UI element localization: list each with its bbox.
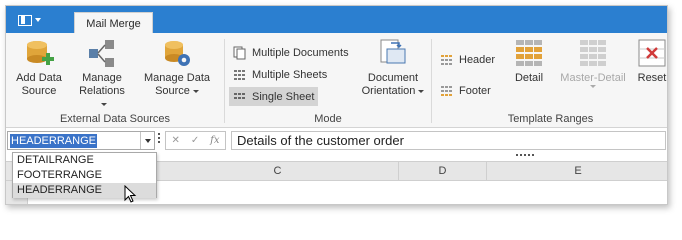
quick-access-icon [18,14,32,26]
master-detail-icon [577,37,609,69]
multiple-sheets-button[interactable]: Multiple Sheets [229,65,331,84]
group-label-mode: Mode [314,113,342,125]
sheet-icon [233,90,247,104]
single-sheet-button[interactable]: Single Sheet [229,87,319,106]
enter-icon[interactable]: ✓ [191,135,199,146]
manage-relations-button[interactable]: Manage Relations [76,37,128,111]
multiple-documents-label: Multiple Documents [252,46,349,59]
header-label: Header [459,53,496,66]
document-orientation-label-2: Orientation [361,85,416,97]
group-template-ranges: Header Footer Detail Master-Detail Reset… [432,33,667,128]
column-header-c[interactable]: C [156,162,398,181]
document-orientation-label-1: Document [367,72,419,84]
relations-icon [86,37,118,69]
chevron-down-icon [192,89,199,93]
spreadsheet-window: Mail Merge Add Data Source Manage Relati… [5,5,668,205]
quick-access-button[interactable] [18,12,50,28]
footer-label: Footer [459,84,491,97]
canvas: Mail Merge Add Data Source Manage Relati… [0,0,682,225]
formula-bar-resize-handle[interactable] [516,154,534,158]
chevron-down-icon [144,138,151,143]
database-add-icon [23,37,55,69]
detail-range-icon [513,37,545,69]
documents-icon [233,46,247,60]
detail-label: Detail [514,72,544,84]
master-detail-button[interactable]: Master-Detail [556,37,630,88]
group-mode: Multiple Documents Multiple Sheets Singl… [225,33,431,128]
manage-data-source-label-1: Manage Data [143,72,211,84]
name-box-value[interactable]: HEADERRANGE [10,134,97,148]
chevron-down-icon [418,89,425,93]
multiple-documents-button[interactable]: Multiple Documents [229,43,353,62]
detail-button[interactable]: Detail [510,37,548,85]
footer-button[interactable]: Footer [436,81,495,100]
column-header-d[interactable]: D [398,162,486,181]
mouse-cursor-icon [124,185,137,203]
group-label-external-data: External Data Sources [59,113,171,125]
formula-buttons: ✕ ✓ fx [165,131,226,150]
insert-function-icon[interactable]: fx [210,135,219,146]
chevron-down-icon [100,102,107,106]
name-box[interactable]: HEADERRANGE [7,131,155,150]
manage-relations-label-2-wrap: Relations [76,85,128,111]
manage-data-source-label-2: Source [155,85,190,97]
splitter-handle[interactable] [158,133,161,147]
formula-bar: HEADERRANGE ✕ ✓ fx Details of the custom… [6,128,667,152]
sheets-icon [233,68,247,82]
reset-label: Reset [637,72,667,84]
document-orientation-label-2-wrap: Orientation [362,85,425,98]
group-external-data-sources: Add Data Source Manage Relations Manage … [6,33,224,128]
reset-button[interactable]: Reset [636,37,667,85]
list-item[interactable]: DETAILRANGE [13,153,156,168]
add-data-source-button[interactable]: Add Data Source [16,37,62,98]
ribbon: Add Data Source Manage Relations Manage … [6,33,667,128]
group-label-template-ranges: Template Ranges [507,113,594,125]
orientation-icon [377,37,409,69]
header-range-icon [440,53,454,67]
manage-relations-label-1: Manage [82,72,122,84]
document-orientation-button[interactable]: Document Orientation [357,37,429,98]
name-box-dropdown-button[interactable] [140,132,154,149]
manage-data-source-button[interactable]: Manage Data Source [142,37,212,98]
cancel-icon[interactable]: ✕ [171,135,179,146]
tab-mail-merge[interactable]: Mail Merge [74,12,153,34]
list-item[interactable]: FOOTERRANGE [13,168,156,183]
database-gear-icon [161,37,193,69]
add-data-source-label-2: Source [21,85,57,97]
ribbon-tab-strip: Mail Merge [6,6,667,34]
manage-data-source-label-2-wrap: Source [155,85,199,98]
formula-input[interactable]: Details of the customer order [231,131,666,150]
add-data-source-label-1: Add Data [16,72,62,84]
chevron-down-icon [35,18,41,22]
multiple-sheets-label: Multiple Sheets [252,68,328,81]
chevron-down-icon [590,85,596,88]
reset-icon [636,37,667,69]
footer-range-icon [440,84,454,98]
master-detail-label: Master-Detail [560,72,626,84]
header-button[interactable]: Header [436,50,499,69]
single-sheet-label: Single Sheet [252,90,315,103]
manage-relations-label-2: Relations [79,85,125,97]
column-header-e[interactable]: E [486,162,667,181]
